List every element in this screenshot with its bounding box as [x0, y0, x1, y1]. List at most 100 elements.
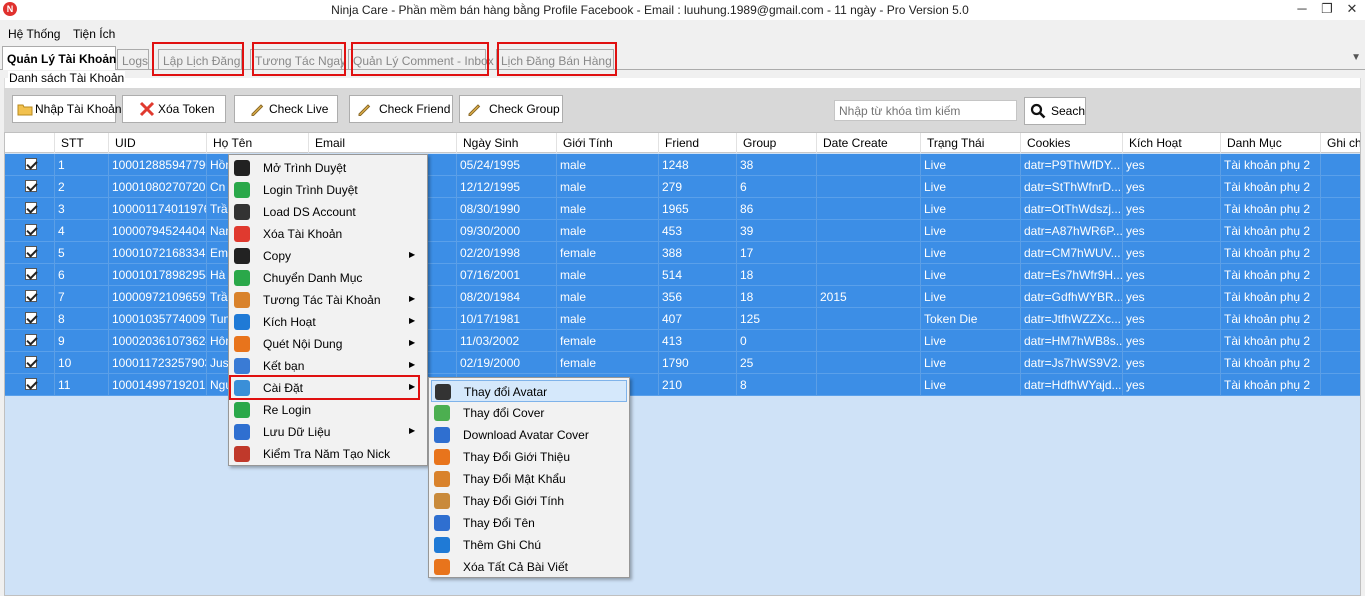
menu-item-label: Copy [263, 249, 292, 263]
row-checkbox-cell[interactable] [5, 242, 55, 264]
menu-item[interactable]: Login Trình Duyệt [231, 179, 425, 201]
browser-icon [234, 160, 250, 176]
column-header[interactable]: Giới Tính [557, 133, 659, 153]
minimize-button[interactable]: ─ [1288, 0, 1316, 20]
cell-status: Live [921, 374, 1021, 396]
menu-item[interactable]: Thay đổi Avatar [431, 380, 627, 402]
table-row[interactable]: 6100010178982954Hà L3.org07/16/2001male5… [5, 264, 1360, 286]
users-icon [434, 493, 450, 509]
column-header[interactable]: Group [737, 133, 817, 153]
tab-scroll-arrow-icon[interactable]: ▼ [1351, 52, 1361, 63]
row-checkbox-cell[interactable] [5, 286, 55, 308]
table-row[interactable]: 8100010357740090Tun3.org10/17/1981male40… [5, 308, 1360, 330]
row-checkbox[interactable] [25, 290, 37, 302]
row-checkbox-cell[interactable] [5, 374, 55, 396]
menu-item[interactable]: Thêm Ghi Chú [431, 534, 627, 556]
table-row[interactable]: 10100011723257903Just3.org02/19/2000fema… [5, 352, 1360, 374]
menu-item[interactable]: Quét Nội Dung ▶ [231, 333, 425, 355]
menu-item-label: Login Trình Duyệt [263, 183, 358, 197]
menu-item[interactable]: Kết bạn ▶ [231, 355, 425, 377]
column-header[interactable]: Date Create [817, 133, 921, 153]
row-checkbox-cell[interactable] [5, 308, 55, 330]
submenu-arrow-icon: ▶ [409, 426, 416, 435]
row-checkbox-cell[interactable] [5, 330, 55, 352]
menu-item[interactable]: Thay Đổi Mật Khẩu [431, 468, 627, 490]
table-row[interactable]: 2100010802707206Cn L3.org12/12/1995male2… [5, 176, 1360, 198]
menu-item[interactable]: Mở Trình Duyệt [231, 157, 425, 179]
cell-status: Live [921, 220, 1021, 242]
menu-item[interactable]: Xóa Tài Khoản [231, 223, 425, 245]
menu-item[interactable]: Tương Tác Tài Khoản ▶ [231, 289, 425, 311]
cell-friend: 388 [659, 242, 737, 264]
row-checkbox-cell[interactable] [5, 154, 55, 176]
menu-item[interactable]: Thay Đổi Giới Thiệu [431, 446, 627, 468]
menu-item[interactable]: Load DS Account [231, 201, 425, 223]
menu-item[interactable]: Thay đổi Cover [431, 402, 627, 424]
row-checkbox-cell[interactable] [5, 176, 55, 198]
row-checkbox[interactable] [25, 202, 37, 214]
column-header[interactable]: STT [55, 133, 109, 153]
menu-item[interactable]: Copy ▶ [231, 245, 425, 267]
menu-item[interactable]: Lưu Dữ Liệu ▶ [231, 421, 425, 443]
menu-item[interactable]: Xóa Tất Cả Bài Viết [431, 556, 627, 578]
column-header[interactable] [5, 133, 55, 153]
column-header[interactable]: Họ Tên [207, 133, 309, 153]
column-header[interactable]: Friend [659, 133, 737, 153]
row-checkbox[interactable] [25, 334, 37, 346]
account-table[interactable]: STT UID Họ Tên Email Ngày Sinh Giới Tính Frien… [4, 132, 1361, 596]
search-input[interactable] [834, 100, 1017, 121]
column-header[interactable]: Email [309, 133, 457, 153]
row-checkbox[interactable] [25, 268, 37, 280]
tab-logs[interactable]: Logs [117, 49, 149, 69]
delete-token-button[interactable]: Xóa Token [122, 95, 226, 123]
search-button[interactable]: Seach [1024, 97, 1086, 125]
menu-item[interactable]: Thay Đổi Tên [431, 512, 627, 534]
row-checkbox-cell[interactable] [5, 198, 55, 220]
menu-tien-ich[interactable]: Tiện Ích [73, 27, 115, 41]
menu-item[interactable]: Kích Hoạt ▶ [231, 311, 425, 333]
import-account-button[interactable]: Nhập Tài Khoản [12, 95, 122, 123]
row-checkbox[interactable] [25, 224, 37, 236]
row-checkbox-cell[interactable] [5, 264, 55, 286]
menu-he-thong[interactable]: Hệ Thống [8, 27, 60, 41]
row-checkbox-cell[interactable] [5, 352, 55, 374]
column-header[interactable]: Ngày Sinh [457, 133, 557, 153]
restore-button[interactable]: ❐ [1313, 0, 1341, 20]
menu-item[interactable]: Download Avatar Cover [431, 424, 627, 446]
cell-friend: 210 [659, 374, 737, 396]
table-row[interactable]: 7100009721096597Trần3.org08/20/1984male3… [5, 286, 1360, 308]
tab-quan-ly-tai-khoan[interactable]: Quản Lý Tài Khoản [2, 46, 116, 70]
column-header[interactable]: Danh Mục [1221, 133, 1321, 153]
pencil-icon [358, 104, 371, 116]
row-checkbox[interactable] [25, 246, 37, 258]
column-header[interactable]: Cookies [1021, 133, 1123, 153]
table-row[interactable]: 5100010721683342Em3.org02/20/1998female3… [5, 242, 1360, 264]
row-checkbox[interactable] [25, 356, 37, 368]
cell-stt: 8 [55, 308, 109, 330]
menu-item[interactable]: Chuyển Danh Mục [231, 267, 425, 289]
cell-date-create [817, 220, 921, 242]
row-checkbox[interactable] [25, 180, 37, 192]
check-live-button[interactable]: Check Live [234, 95, 338, 123]
cell-status: Live [921, 286, 1021, 308]
table-row[interactable]: 1100012885947790Hồn3.org05/24/1995male12… [5, 154, 1360, 176]
table-row[interactable]: 4100007945244041Nam3.org09/30/2000male45… [5, 220, 1360, 242]
menu-item[interactable]: Kiểm Tra Năm Tạo Nick [231, 443, 425, 465]
table-row[interactable]: 3100001174011976Trần3.org08/30/1990male1… [5, 198, 1360, 220]
row-checkbox[interactable] [25, 378, 37, 390]
check-group-button[interactable]: Check Group [459, 95, 563, 123]
column-header[interactable]: Trạng Thái [921, 133, 1021, 153]
table-row[interactable]: 9100020361073624Hôn3.org11/03/2002female… [5, 330, 1360, 352]
menu-item[interactable]: Thay Đổi Giới Tính [431, 490, 627, 512]
row-checkbox[interactable] [25, 312, 37, 324]
row-checkbox-cell[interactable] [5, 220, 55, 242]
column-header[interactable]: Ghi chú [1321, 133, 1360, 153]
check-friend-button[interactable]: Check Friend [349, 95, 453, 123]
table-row[interactable]: 11 100014997192015 Ngu 210 8 Live datr=HdfhWYa… [5, 374, 1360, 396]
close-button[interactable]: ✕ [1338, 0, 1365, 20]
column-header[interactable]: UID [109, 133, 207, 153]
column-header[interactable]: Kích Hoạt [1123, 133, 1221, 153]
cell-group: 8 [737, 374, 817, 396]
menu-item[interactable]: Re Login [231, 399, 425, 421]
row-checkbox[interactable] [25, 158, 37, 170]
